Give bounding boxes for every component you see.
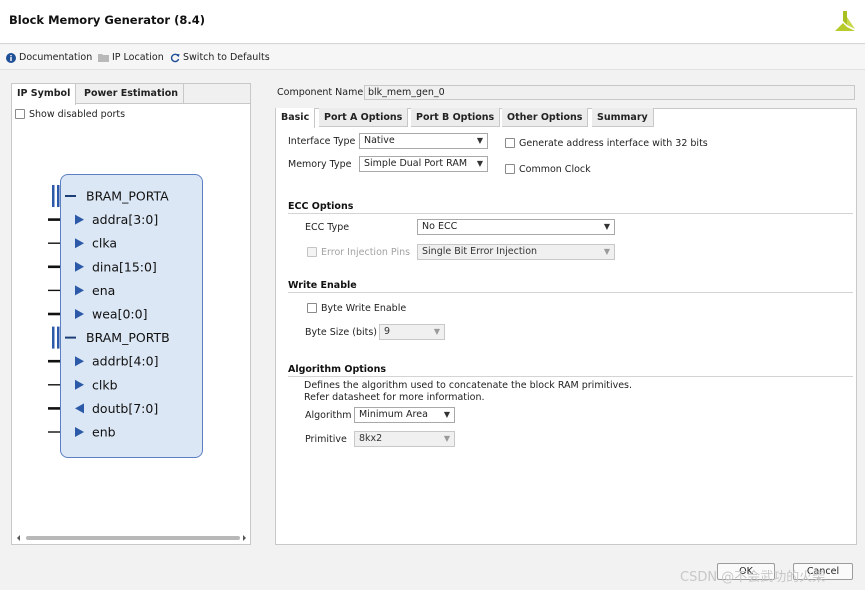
section-divider	[288, 376, 853, 377]
ip-symbol-panel: IP Symbol Power Estimation Show disabled…	[11, 83, 251, 545]
folder-icon	[98, 54, 109, 62]
refresh-icon	[170, 53, 180, 62]
byte-write-enable-label: Byte Write Enable	[321, 303, 407, 314]
byte-size-label: Byte Size (bits)	[305, 327, 378, 338]
memory-type-value: Simple Dual Port RAM	[364, 158, 468, 169]
port-a-pin-name: wea[0:0]	[92, 307, 147, 322]
port-a-input-arrow-icon	[75, 214, 84, 225]
port-a-name: BRAM_PORTA	[86, 189, 169, 204]
chevron-down-icon: ▼	[476, 159, 483, 168]
port-a-bus-marker	[57, 185, 60, 207]
toolbar: Documentation IP Location Switch to Defa…	[0, 45, 865, 70]
memory-type-select[interactable]: Simple Dual Port RAM ▼	[359, 156, 488, 172]
section-divider	[288, 213, 853, 214]
chevron-down-icon: ▼	[443, 410, 450, 419]
port-b-input-arrow-icon	[75, 356, 84, 367]
section-divider	[288, 292, 853, 293]
window-title: Block Memory Generator (8.4)	[9, 13, 205, 27]
chevron-down-icon: ▼	[603, 247, 610, 256]
port-a-bus-marker	[52, 185, 55, 207]
ip-location-link[interactable]: IP Location	[98, 52, 164, 63]
gen-addr-32-checkbox[interactable]	[505, 138, 515, 148]
interface-type-label: Interface Type	[288, 136, 356, 147]
port-b-bus-marker	[57, 326, 60, 349]
tab-port-b-options[interactable]: Port B Options	[411, 108, 501, 127]
chevron-down-icon: ▼	[443, 434, 450, 443]
algorithm-value: Minimum Area	[359, 409, 428, 420]
port-b-output-arrow-icon	[75, 403, 84, 414]
common-clock-checkbox[interactable]	[505, 164, 515, 174]
ip-location-label: IP Location	[112, 52, 164, 63]
ecc-options-heading: ECC Options	[288, 201, 354, 212]
error-injection-label: Error Injection Pins	[321, 247, 411, 258]
port-b-pin-name: doutb[7:0]	[92, 401, 158, 416]
algorithm-label: Algorithm	[305, 410, 352, 421]
error-injection-select[interactable]: Single Bit Error Injection ▼	[417, 244, 615, 260]
tab-basic[interactable]: Basic	[276, 108, 316, 128]
port-a-pin-name: dina[15:0]	[92, 259, 157, 274]
algorithm-description-line1: Defines the algorithm used to concatenat…	[304, 380, 633, 391]
port-a-pin-name: clka	[92, 236, 117, 251]
port-a-pin-name: addra[3:0]	[92, 212, 158, 227]
tab-port-a-options[interactable]: Port A Options	[319, 108, 409, 127]
port-a-input-arrow-icon	[75, 238, 84, 249]
port-b-input-arrow-icon	[75, 427, 84, 437]
error-injection-value: Single Bit Error Injection	[422, 246, 538, 257]
watermark: CSDN @不会武功的火柴	[680, 570, 826, 585]
algorithm-options-heading: Algorithm Options	[288, 364, 387, 375]
write-enable-heading: Write Enable	[288, 280, 357, 291]
tab-other-options[interactable]: Other Options	[502, 108, 589, 127]
primitive-select[interactable]: 8kx2 ▼	[354, 431, 455, 447]
gen-addr-32-label: Generate address interface with 32 bits	[519, 138, 708, 149]
primitive-value: 8kx2	[359, 433, 383, 444]
common-clock-label: Common Clock	[519, 164, 591, 175]
info-icon	[6, 52, 16, 63]
xilinx-logo-icon	[835, 11, 855, 31]
port-a-input-arrow-icon	[75, 285, 84, 296]
port-b-bus-marker	[52, 326, 55, 349]
port-b-name: BRAM_PORTB	[86, 330, 170, 345]
title-bar: Block Memory Generator (8.4)	[0, 0, 865, 44]
byte-write-enable-checkbox[interactable]	[307, 303, 317, 313]
interface-type-value: Native	[364, 135, 395, 146]
chevron-down-icon: ▼	[603, 222, 610, 231]
port-a-input-arrow-icon	[75, 261, 84, 272]
ecc-type-label: ECC Type	[305, 222, 350, 233]
ip-symbol-pins: BRAM_PORTA addra[3:0] clka dina[15:0] ena wea…	[48, 185, 170, 440]
port-b-pin-name: addrb[4:0]	[92, 354, 158, 369]
switch-defaults-label: Switch to Defaults	[183, 52, 270, 63]
error-injection-checkbox[interactable]	[307, 247, 317, 257]
ecc-type-select[interactable]: No ECC ▼	[417, 219, 615, 235]
switch-defaults-link[interactable]: Switch to Defaults	[170, 52, 270, 63]
component-name-label: Component Name	[277, 87, 364, 98]
port-a-pin-name: ena	[92, 283, 115, 298]
horizontal-scrollbar[interactable]	[14, 533, 248, 543]
component-name-field[interactable]: blk_mem_gen_0	[364, 85, 855, 100]
memory-type-label: Memory Type	[288, 159, 352, 170]
port-a-input-arrow-icon	[75, 309, 84, 319]
chevron-down-icon: ▼	[433, 327, 440, 336]
tab-summary[interactable]: Summary	[592, 108, 654, 127]
interface-type-select[interactable]: Native ▼	[359, 133, 488, 149]
byte-size-select[interactable]: 9 ▼	[379, 324, 445, 340]
ecc-type-value: No ECC	[422, 221, 458, 232]
documentation-link[interactable]: Documentation	[6, 52, 92, 63]
port-b-input-arrow-icon	[75, 379, 84, 390]
chevron-down-icon: ▼	[476, 136, 483, 145]
port-b-pin-name: clkb	[92, 377, 118, 392]
algorithm-description-line2: Refer datasheet for more information.	[304, 392, 485, 403]
primitive-label: Primitive	[305, 434, 347, 445]
documentation-label: Documentation	[19, 52, 93, 63]
byte-size-value: 9	[384, 326, 391, 337]
algorithm-select[interactable]: Minimum Area ▼	[354, 407, 455, 423]
port-b-pin-name: enb	[92, 425, 116, 440]
